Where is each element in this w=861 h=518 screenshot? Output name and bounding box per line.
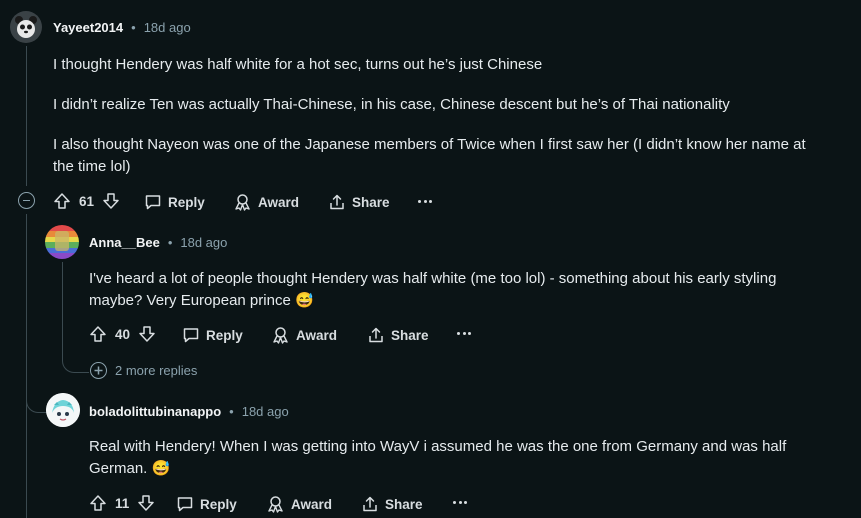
comment-username[interactable]: Anna__Bee — [89, 235, 160, 250]
separator-dot: • — [167, 235, 173, 250]
award-label: Award — [258, 194, 300, 210]
avatar[interactable] — [45, 225, 79, 259]
comment-paragraph: the time lol) — [53, 158, 131, 175]
downvote-icon[interactable] — [102, 192, 120, 210]
reply-button[interactable]: Reply — [182, 326, 243, 344]
separator-dot: • — [131, 20, 136, 35]
comment-line-text: maybe? Very European prince — [89, 292, 291, 309]
comment-paragraph: I didn’t realize Ten was actually Thai-C… — [53, 96, 730, 113]
share-icon — [328, 193, 346, 211]
comment-body: I thought Hendery was half white for a h… — [53, 54, 853, 178]
award-icon — [233, 193, 252, 211]
award-label: Award — [296, 327, 338, 343]
vote-count: 11 — [115, 495, 130, 511]
award-button[interactable]: Award — [233, 193, 299, 211]
comment-line: I've heard a lot of people thought Hende… — [89, 270, 777, 287]
dot-icon — [429, 200, 432, 203]
share-label: Share — [352, 194, 390, 210]
upvote-icon[interactable] — [89, 325, 107, 343]
dot-icon — [457, 332, 460, 335]
thread-line-main — [26, 214, 27, 518]
comment-body: Real with Hendery! When I was getting in… — [89, 436, 854, 480]
more-options-button[interactable] — [453, 501, 467, 504]
reply-label: Reply — [206, 327, 243, 343]
comment-line-text: German. — [89, 460, 148, 477]
dot-icon — [458, 501, 462, 504]
more-replies-label: 2 more replies — [115, 363, 198, 378]
collapse-thread-button[interactable] — [18, 192, 35, 209]
share-button[interactable]: Share — [328, 193, 390, 211]
comment-paragraph: I also thought Nayeon was one of the Jap… — [53, 136, 806, 153]
thread-branch-comment-3 — [26, 380, 47, 413]
comment-paragraph: I thought Hendery was half white for a h… — [53, 56, 543, 73]
minus-icon — [23, 199, 30, 202]
comment-line: maybe? Very European prince 😅 — [89, 290, 854, 312]
more-options-button[interactable] — [457, 332, 471, 335]
comment-line: German. 😅 — [89, 458, 854, 480]
reply-button[interactable]: Reply — [144, 193, 205, 211]
grinning-sweat-emoji-icon: 😅 — [294, 292, 314, 309]
comment-icon — [144, 193, 162, 211]
share-label: Share — [385, 496, 423, 512]
reply-label: Reply — [168, 194, 205, 210]
share-button[interactable]: Share — [367, 326, 429, 344]
share-label: Share — [391, 327, 429, 343]
grinning-sweat-emoji-icon: 😅 — [151, 460, 171, 477]
dot-icon — [418, 200, 421, 203]
dot-icon — [423, 200, 427, 203]
more-options-button[interactable] — [418, 200, 432, 203]
reply-button[interactable]: Reply — [176, 495, 237, 513]
vote-count: 40 — [115, 326, 131, 342]
share-button[interactable]: Share — [361, 495, 423, 513]
comment-timestamp[interactable]: 18d ago — [144, 20, 191, 35]
comment-timestamp[interactable]: 18d ago — [180, 235, 227, 250]
share-icon — [361, 495, 379, 513]
downvote-icon[interactable] — [138, 325, 156, 343]
award-icon — [266, 495, 285, 513]
avatar[interactable] — [46, 393, 80, 427]
dot-icon — [464, 501, 467, 504]
award-label: Award — [291, 496, 333, 512]
comment-body: I've heard a lot of people thought Hende… — [89, 268, 854, 312]
share-icon — [367, 326, 385, 344]
thread-line-top — [26, 46, 27, 186]
comment-timestamp[interactable]: 18d ago — [242, 404, 289, 419]
avatar[interactable] — [10, 11, 42, 43]
dot-icon — [453, 501, 456, 504]
award-button[interactable]: Award — [271, 326, 337, 344]
award-icon — [271, 326, 290, 344]
downvote-icon[interactable] — [137, 494, 155, 512]
separator-dot: • — [229, 404, 234, 419]
dot-icon — [462, 332, 466, 335]
comment-icon — [176, 495, 194, 513]
thread-branch-more — [62, 336, 89, 373]
more-replies-button[interactable]: 2 more replies — [90, 362, 202, 379]
dot-icon — [468, 332, 471, 335]
vote-count: 61 — [79, 193, 95, 209]
comment-username[interactable]: boladolittubinanappo — [89, 404, 221, 419]
plus-circle-icon — [90, 362, 107, 379]
comment-username[interactable]: Yayeet2014 — [53, 20, 123, 35]
comment-icon — [182, 326, 200, 344]
reply-label: Reply — [200, 496, 237, 512]
upvote-icon[interactable] — [53, 192, 71, 210]
comment-line: Real with Hendery! When I was getting in… — [89, 438, 787, 455]
award-button[interactable]: Award — [266, 495, 332, 513]
upvote-icon[interactable] — [89, 494, 107, 512]
